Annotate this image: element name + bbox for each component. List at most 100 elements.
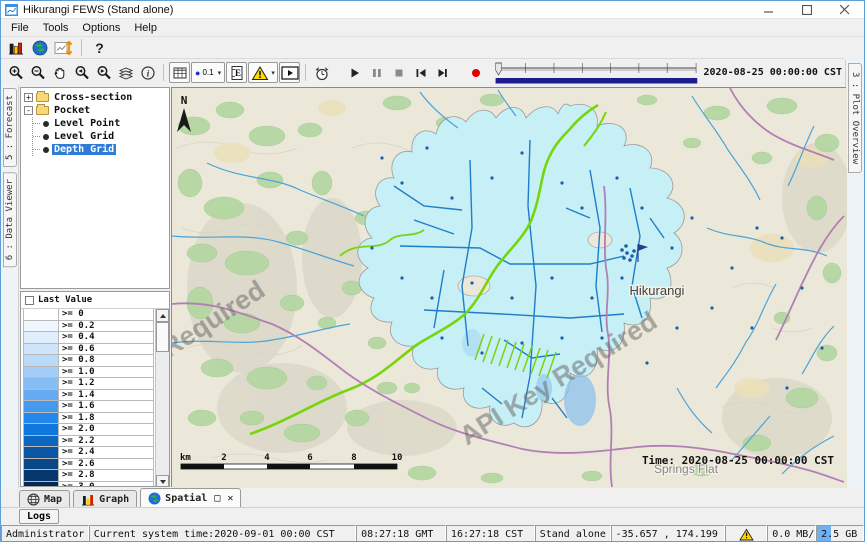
status-bar: Administrator Current system time:2020-0… [1,525,864,542]
tree-connector [33,136,40,137]
tab-maximize-icon[interactable]: □ [214,493,220,504]
minimize-button[interactable] [750,1,788,18]
toolbar-separator [305,64,306,81]
pan-hand-button[interactable] [49,62,70,83]
maximize-button[interactable] [788,1,826,18]
tree-item-depth-grid[interactable]: Depth Grid [33,143,169,156]
legend-row[interactable]: >= 0.4 [23,332,154,344]
info-button[interactable]: i [137,62,158,83]
scroll-down-button[interactable] [156,475,169,487]
status-gmt-time: 08:27:18 GMT [356,525,446,542]
last-value-checkbox[interactable] [25,296,34,305]
pause-button[interactable] [366,62,387,83]
database-viewer-button[interactable] [5,37,26,58]
tree-item-cross-section[interactable]: + Cross-section [24,91,169,104]
tab-map[interactable]: Map [19,490,70,507]
tab-graph-label: Graph [99,494,129,505]
scale-value: 0.1 [202,68,213,77]
svg-text:E: E [235,68,241,78]
map-canvas[interactable]: API Key Required API Key Required N Hiku… [171,87,846,487]
menu-file[interactable]: File [4,21,36,35]
expand-icon[interactable]: + [24,93,33,102]
tab-data-viewer[interactable]: 6 : Data Viewer [3,172,17,267]
legend-color-swatch [23,413,59,424]
title-bar: Hikurangi FEWS (Stand alone) [1,1,864,19]
status-mode: Stand alone [535,525,611,542]
zoom-out-button[interactable] [27,62,48,83]
chevron-down-icon: ▾ [218,69,222,77]
tree-item-pocket[interactable]: - Pocket [24,104,169,117]
skip-to-end-button[interactable] [432,62,453,83]
legend-row-label: >= 0.2 [59,321,154,332]
logs-tab[interactable]: Logs [19,509,59,524]
animation-export-button[interactable] [279,62,300,83]
legend-row[interactable]: >= 0.2 [23,321,154,333]
thresholds-dropdown[interactable]: ▾ [248,62,278,83]
record-button[interactable] [465,62,486,83]
tab-plot-overview[interactable]: 3 : Plot Overview [848,63,862,173]
scrollbar-thumb[interactable] [156,322,169,352]
scroll-up-button[interactable] [156,309,169,322]
arrow-up-icon [160,314,166,318]
logs-label: Logs [27,511,51,522]
zoom-previous-button[interactable] [71,62,92,83]
layers-button[interactable] [115,62,136,83]
close-button[interactable] [826,1,864,18]
stop-button[interactable] [388,62,409,83]
legend-row[interactable]: >= 2.2 [23,436,154,448]
legend-row[interactable]: >= 0.8 [23,355,154,367]
zoom-in-button[interactable] [5,62,26,83]
animation-speed-button[interactable] [311,62,332,83]
svg-text:km: km [180,453,191,463]
legend-row-label: >= 1.8 [59,413,154,424]
legend-row[interactable]: >= 3.0 [23,482,154,488]
svg-text:4: 4 [264,453,270,463]
status-download-rate: 0.0 MB/s [767,525,816,542]
legend-row-label: >= 2.8 [59,470,154,481]
menu-options[interactable]: Options [75,21,127,35]
tab-spatial[interactable]: Spatial □ ✕ [140,488,241,507]
legend-row[interactable]: >= 1.6 [23,401,154,413]
town-label: Hikurangi [630,283,685,298]
play-button[interactable] [344,62,365,83]
legend-row-label: >= 0.8 [59,355,154,366]
zoom-next-button[interactable] [93,62,114,83]
menu-help[interactable]: Help [127,21,164,35]
tree-connector [33,123,40,124]
timeseries-dialog-button[interactable] [53,37,74,58]
globe-icon [148,492,161,505]
folder-icon [36,106,49,115]
legend-row[interactable]: >= 2.4 [23,447,154,459]
legend-color-swatch [23,367,59,378]
longitudinal-profile-button[interactable]: E [226,62,247,83]
legend-row[interactable]: >= 2.8 [23,470,154,482]
legend-row[interactable]: >= 0 [23,309,154,321]
status-local-time: 16:27:18 CST [446,525,535,542]
contour-scale-dropdown[interactable]: ● 0.1 ▾ [191,62,225,83]
legend-color-swatch [23,459,59,470]
legend-scrollbar[interactable] [155,309,169,487]
time-slider[interactable] [495,60,698,86]
bottom-tab-bar: Map Graph Spatial □ ✕ [1,488,864,508]
tab-close-icon[interactable]: ✕ [227,493,233,504]
tree-item-level-grid[interactable]: Level Grid [33,130,169,143]
tab-graph[interactable]: Graph [73,490,137,507]
legend-row[interactable]: >= 2.0 [23,424,154,436]
menu-tools[interactable]: Tools [36,21,76,35]
status-warning[interactable] [725,525,767,542]
legend-row[interactable]: >= 0.6 [23,344,154,356]
tab-forecast[interactable]: 5 : Forecast [3,88,17,167]
tree-item-level-point[interactable]: Level Point [33,117,169,130]
legend-row[interactable]: >= 1.0 [23,367,154,379]
legend-row[interactable]: >= 1.2 [23,378,154,390]
legend-row[interactable]: >= 2.6 [23,459,154,471]
legend-row[interactable]: >= 1.8 [23,413,154,425]
skip-to-start-button[interactable] [410,62,431,83]
help-button[interactable]: ? [89,37,110,58]
grid-display-button[interactable] [169,62,190,83]
tree-item-label: Cross-section [52,92,134,103]
collapse-icon[interactable]: - [24,106,33,115]
legend-color-swatch [23,390,59,401]
map-display-button[interactable] [29,37,50,58]
legend-row[interactable]: >= 1.4 [23,390,154,402]
